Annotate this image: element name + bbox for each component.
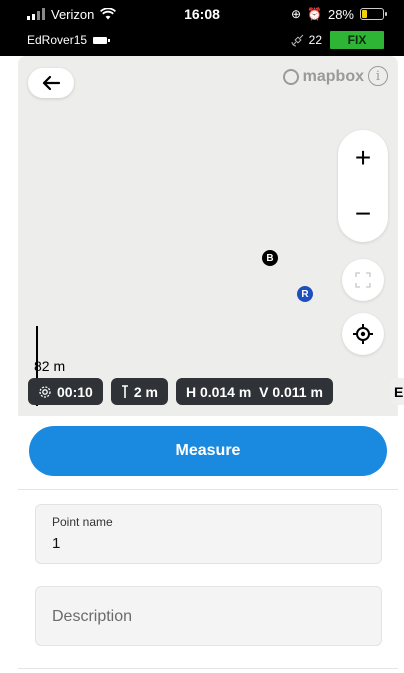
device-indicator: EdRover15: [27, 33, 111, 47]
satellite-count: 22: [308, 33, 322, 47]
pole-icon: [121, 384, 128, 398]
satellite-icon: [291, 34, 303, 47]
status-right: ⊕ ⏰ 28%: [290, 6, 387, 22]
status-bar: Verizon 16:08 ⊕ ⏰ 28% EdRover15 22 FIX: [0, 0, 404, 56]
base-marker[interactable]: B: [262, 250, 278, 266]
fix-status-badge: FIX: [330, 31, 384, 49]
zoom-out-button[interactable]: −: [338, 186, 388, 242]
timer-chip[interactable]: 00:10: [28, 378, 103, 405]
pole-height-value: 2 m: [133, 383, 158, 400]
accuracy-value: H 0.014 m V 0.011 m: [185, 383, 323, 400]
mapbox-logo: mapbox: [282, 68, 364, 86]
info-icon[interactable]: i: [368, 66, 388, 86]
info-symbol: i: [375, 68, 381, 84]
measure-button[interactable]: Measure: [29, 426, 387, 476]
timer-value: 00:10: [57, 383, 93, 400]
minus-icon: −: [354, 198, 372, 229]
plus-icon: +: [354, 142, 372, 173]
device-battery-icon: [93, 36, 111, 44]
back-button[interactable]: [28, 68, 74, 98]
description-field[interactable]: [35, 586, 382, 646]
divider: [18, 489, 398, 490]
point-name-field[interactable]: Point name 1: [35, 504, 382, 564]
accuracy-chip[interactable]: H 0.014 m V 0.011 m: [175, 378, 333, 405]
locate-icon: [353, 324, 373, 344]
satellite-indicator: 22: [291, 33, 322, 47]
fullscreen-button[interactable]: [342, 259, 384, 301]
point-name-value[interactable]: 1: [52, 535, 60, 552]
partial-chip-text: E -: [394, 383, 404, 400]
pole-height-chip[interactable]: 2 m: [110, 378, 168, 405]
fullscreen-icon: [355, 272, 371, 288]
mapbox-wordmark: mapbox: [302, 68, 364, 85]
alarm-icon: ⏰: [307, 7, 322, 21]
locate-button[interactable]: [342, 313, 384, 355]
battery-icon: [360, 8, 387, 20]
zoom-control: + −: [338, 130, 388, 242]
description-input[interactable]: [52, 608, 352, 626]
map-view[interactable]: mapbox i + − B R 82 m: [18, 56, 398, 416]
mapbox-logo-icon: [282, 69, 299, 85]
measure-sheet: Measure Point name 1: [18, 416, 398, 673]
divider: [18, 668, 398, 669]
battery-percent: 28%: [327, 6, 354, 22]
partial-chip[interactable]: E -: [390, 378, 404, 405]
scale-label: 82 m: [34, 358, 66, 374]
lock-rotation-icon: ⊕: [290, 7, 302, 21]
gear-icon: [39, 385, 51, 398]
point-name-label: Point name: [52, 515, 113, 529]
info-chips: 00:10 2 m H 0.014 m V 0.011 m: [28, 378, 333, 405]
device-name: EdRover15: [27, 33, 88, 47]
back-arrow-icon: [42, 75, 61, 91]
zoom-in-button[interactable]: +: [338, 130, 388, 186]
rover-marker[interactable]: R: [297, 286, 313, 302]
